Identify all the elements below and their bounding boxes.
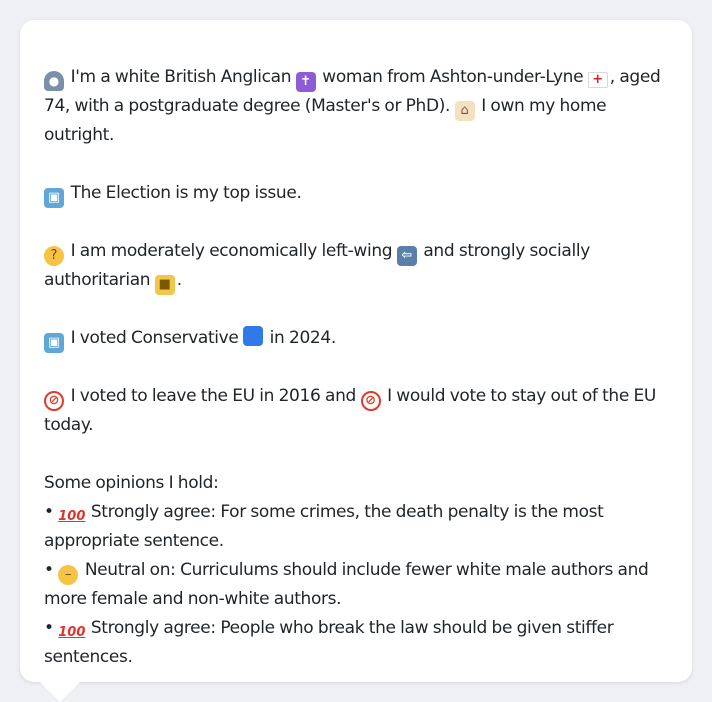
prohibited-icon: ⊘ xyxy=(44,391,64,411)
eu-paragraph: ⊘ I voted to leave the EU in 2016 and ⊘ … xyxy=(44,382,668,440)
bullet: • xyxy=(44,618,54,638)
left-arrow-icon: ⇦ xyxy=(396,246,417,266)
vote-text-a: I voted Conservative xyxy=(70,328,239,348)
bullet: • xyxy=(44,560,54,580)
hundred-points-icon: 100 xyxy=(58,509,86,524)
opinion-stance: Strongly agree: xyxy=(90,618,216,638)
opinions-heading: Some opinions I hold: xyxy=(44,473,219,493)
neutral-face-icon: – xyxy=(58,565,79,585)
opinion-stance: Neutral on: xyxy=(84,560,176,580)
house-icon: ⌂ xyxy=(454,101,475,121)
ballot-box-icon: ▣ xyxy=(44,333,64,353)
ballot-box-icon: ▣ xyxy=(44,188,64,208)
vote-paragraph: ▣ I voted Conservative in 2024. xyxy=(44,324,668,353)
thinking-face-icon: ? xyxy=(44,246,64,266)
opinion-item: • – Neutral on: Curriculums should inclu… xyxy=(44,556,668,614)
bullet: • xyxy=(44,502,54,522)
intro-text-b: woman from Ashton-under-Lyne xyxy=(322,67,584,87)
top-issue-text: The Election is my top issue. xyxy=(70,183,302,203)
opinion-item: • 100 Strongly agree: For some crimes, t… xyxy=(44,498,668,556)
eu-text-a: I voted to leave the EU in 2016 and xyxy=(70,386,357,406)
intro-paragraph: ● I'm a white British Anglican ✝ woman f… xyxy=(44,63,668,150)
economic-text: I am moderately economically left-wing xyxy=(70,241,393,261)
prohibited-icon: ⊘ xyxy=(360,391,381,411)
england-flag-icon: + xyxy=(587,72,608,88)
opinions-block: Some opinions I hold: • 100 Strongly agr… xyxy=(44,469,668,672)
opinion-item: • 100 Strongly agree: People who break t… xyxy=(44,614,668,672)
opinion-stance: Strongly agree: xyxy=(90,502,216,522)
cross-icon: ✝ xyxy=(295,72,316,92)
persona-card: ● I'm a white British Anglican ✝ woman f… xyxy=(20,20,692,682)
person-icon: ● xyxy=(44,71,64,91)
lock-icon: ■ xyxy=(154,275,175,295)
ideology-period: . xyxy=(176,270,182,290)
ideology-paragraph: ? I am moderately economically left-wing… xyxy=(44,237,668,295)
vote-text-b: in 2024. xyxy=(269,328,337,348)
top-issue-paragraph: ▣ The Election is my top issue. xyxy=(44,179,668,208)
hundred-points-icon: 100 xyxy=(58,625,86,640)
intro-text-a: I'm a white British Anglican xyxy=(70,67,292,87)
speech-bubble-tail xyxy=(40,682,80,702)
blue-square-icon xyxy=(243,326,264,346)
